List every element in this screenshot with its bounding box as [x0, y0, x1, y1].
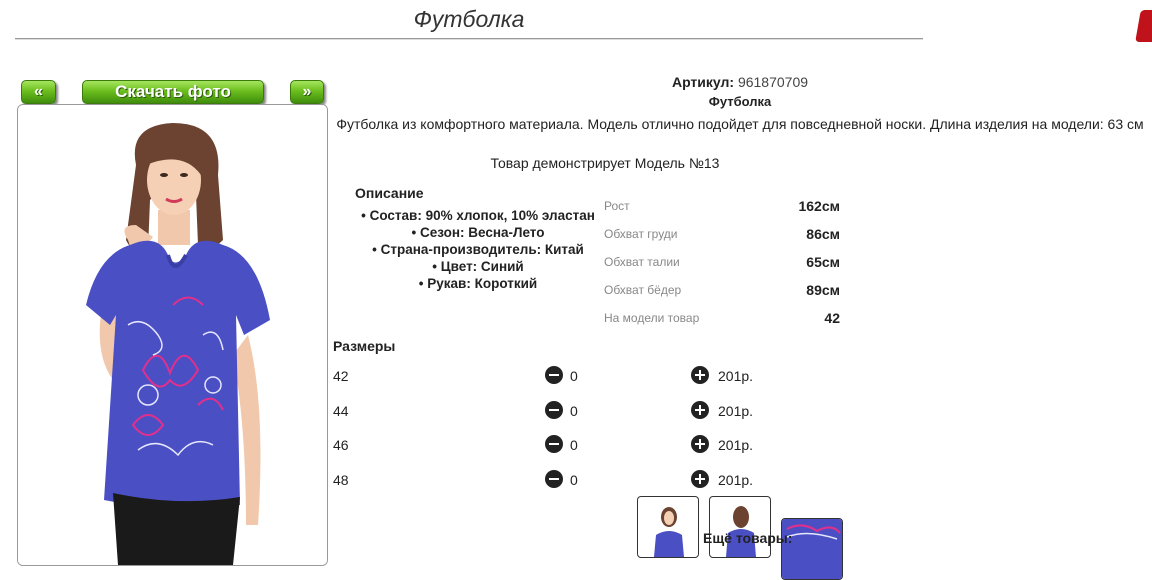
size-price: 201р. — [718, 472, 754, 488]
minus-icon[interactable] — [545, 401, 563, 419]
measurement-label: Обхват груди — [604, 227, 678, 241]
quantity-value: 0 — [570, 368, 578, 384]
photo-thumbnail-detail[interactable] — [781, 518, 843, 580]
more-products-label: Ещё товары: — [703, 530, 793, 546]
size-price: 201р. — [718, 403, 754, 419]
next-photo-button[interactable]: » — [290, 80, 324, 104]
measurement-label: Обхват бёдер — [604, 283, 682, 297]
plus-icon[interactable] — [691, 470, 709, 488]
measurement-value: 89см — [806, 282, 840, 298]
model-note: Товар демонстрирует Модель №13 — [490, 155, 720, 171]
photo-thumbnail-back[interactable] — [709, 496, 771, 558]
size-row: 48 0 201р. — [333, 470, 773, 492]
plus-icon[interactable] — [691, 435, 709, 453]
product-photo — [17, 104, 328, 566]
quantity-value: 0 — [570, 403, 578, 419]
specs-heading: Описание — [355, 185, 424, 201]
size-price: 201р. — [718, 437, 754, 453]
plus-icon[interactable] — [691, 401, 709, 419]
title-divider — [15, 38, 923, 40]
minus-icon[interactable] — [545, 435, 563, 453]
size-row: 42 0 201р. — [333, 366, 773, 388]
measurement-label: На модели товар — [604, 311, 700, 325]
close-icon[interactable] — [1135, 10, 1152, 42]
specs-list: Состав: 90% хлопок, 10% эластан Сезон: В… — [333, 207, 623, 292]
measurement-label: Рост — [604, 199, 630, 213]
measurement-value: 65см — [806, 254, 840, 270]
minus-icon[interactable] — [545, 366, 563, 384]
measurement-value: 42 — [824, 310, 840, 326]
sku-value: 961870709 — [737, 74, 809, 90]
sku-label: Артикул: — [671, 74, 735, 90]
sizes-heading: Размеры — [333, 338, 396, 354]
spec-item: Цвет: Синий — [333, 258, 623, 275]
size-label: 44 — [333, 403, 349, 419]
product-name: Футболка — [708, 94, 772, 109]
thumbnail-image — [726, 506, 756, 557]
plus-icon[interactable] — [691, 366, 709, 384]
size-row: 44 0 201р. — [333, 401, 773, 423]
size-row: 46 0 201р. — [333, 435, 773, 457]
spec-item: Сезон: Весна-Лето — [333, 224, 623, 241]
spec-item: Рукав: Короткий — [333, 275, 623, 292]
product-description: Футболка из комфортного материала. Модел… — [336, 116, 1144, 132]
prev-photo-button[interactable]: « — [21, 80, 56, 104]
quantity-value: 0 — [570, 472, 578, 488]
spec-item: Состав: 90% хлопок, 10% эластан — [333, 207, 623, 224]
size-price: 201р. — [718, 368, 754, 384]
quantity-value: 0 — [570, 437, 578, 453]
spec-item: Страна-производитель: Китай — [333, 241, 623, 258]
size-label: 48 — [333, 472, 349, 488]
thumbnail-image — [654, 507, 684, 557]
thumbnail-image — [782, 519, 842, 579]
size-label: 46 — [333, 437, 349, 453]
measurement-value: 86см — [806, 226, 840, 242]
download-photo-button[interactable]: Скачать фото — [82, 80, 264, 104]
photo-thumbnail-front[interactable] — [637, 496, 699, 558]
measurement-label: Обхват талии — [604, 255, 680, 269]
minus-icon[interactable] — [545, 470, 563, 488]
page-title: Футболка — [413, 6, 525, 32]
measurement-value: 162см — [798, 198, 840, 214]
model-photo-image — [18, 105, 327, 565]
sku-line: Артикул: 961870709 — [330, 74, 1150, 90]
size-label: 42 — [333, 368, 349, 384]
